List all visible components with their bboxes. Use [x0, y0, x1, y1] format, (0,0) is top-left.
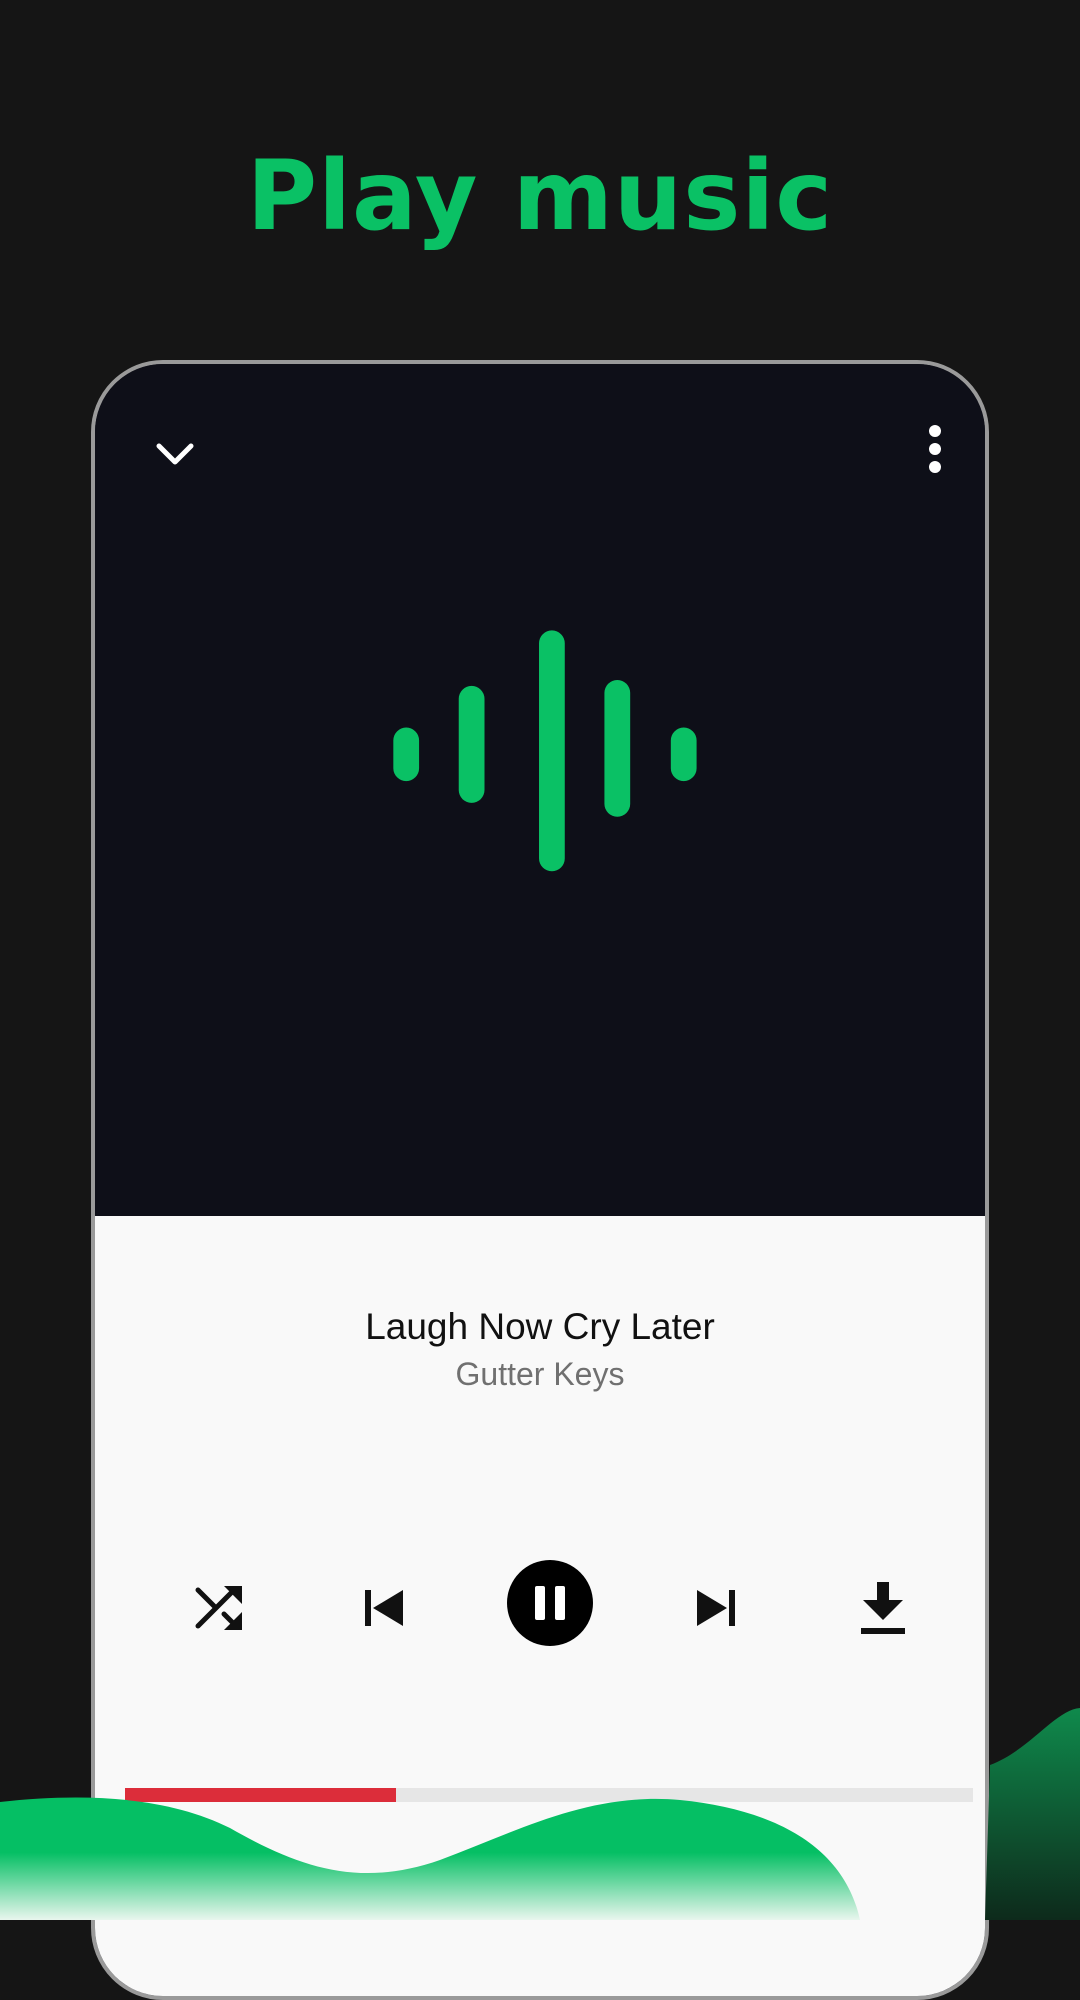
- progress-bar[interactable]: [125, 1788, 973, 1802]
- chevron-down-icon[interactable]: [145, 424, 205, 484]
- shuffle-icon[interactable]: [190, 1578, 250, 1638]
- phone-frame: Laugh Now Cry Later Gutter Keys: [91, 360, 989, 2000]
- track-artist: Gutter Keys: [455, 1356, 625, 1392]
- progress-fill: [125, 1788, 397, 1802]
- sound-wave-icon: [393, 630, 697, 872]
- player-artwork-area: [95, 364, 985, 1216]
- more-vertical-icon[interactable]: [915, 419, 955, 489]
- page-headline: Play music: [246, 140, 834, 252]
- skip-next-icon[interactable]: [687, 1580, 743, 1636]
- download-icon[interactable]: [853, 1576, 913, 1638]
- track-title: Laugh Now Cry Later: [365, 1306, 715, 1347]
- skip-previous-icon[interactable]: [357, 1580, 413, 1636]
- pause-icon[interactable]: [507, 1560, 593, 1646]
